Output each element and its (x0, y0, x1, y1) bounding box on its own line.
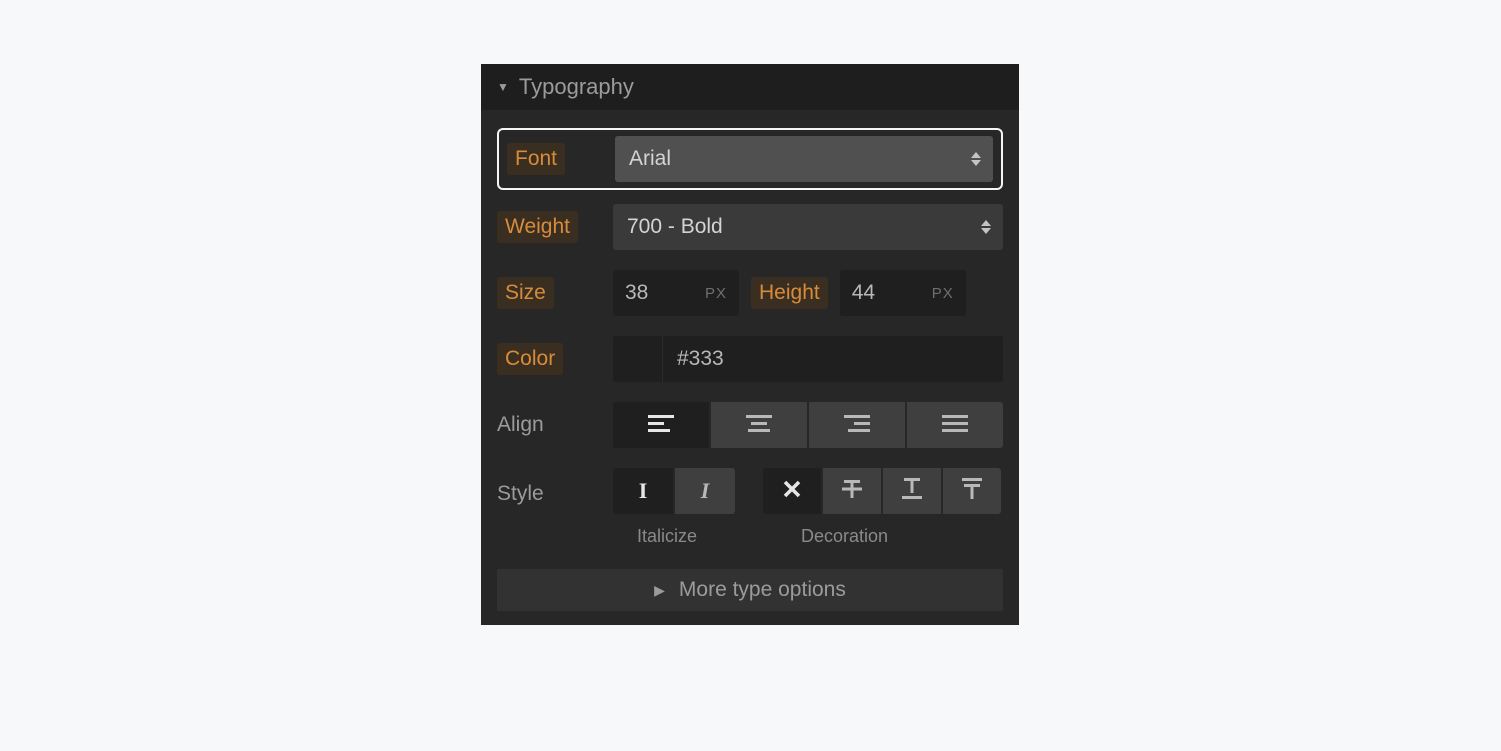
height-value: 44 (852, 281, 875, 305)
align-left-icon (648, 413, 674, 438)
decoration-none-button[interactable] (763, 468, 821, 514)
font-row: Font Arial (497, 128, 1003, 190)
decoration-group (763, 468, 1001, 514)
align-right-button[interactable] (809, 402, 905, 448)
color-swatch[interactable] (613, 336, 663, 382)
height-input[interactable]: 44 PX (840, 270, 966, 316)
more-type-options-button[interactable]: ▶ More type options (497, 569, 1003, 611)
font-highlight-ring: Font Arial (497, 128, 1003, 190)
select-updown-icon (981, 220, 991, 234)
decoration-strikethrough-button[interactable] (823, 468, 881, 514)
overline-icon (960, 478, 984, 505)
align-center-button[interactable] (711, 402, 807, 448)
align-left-button[interactable] (613, 402, 709, 448)
height-unit: PX (932, 285, 954, 302)
style-sublabels: Italicize Decoration (613, 526, 1003, 547)
disclosure-triangle-down-icon: ▼ (497, 80, 509, 94)
typography-panel: ▼ Typography Font Arial Weight 700 - Bol… (481, 64, 1019, 625)
style-row: Style I I (497, 468, 1003, 547)
underline-icon (900, 478, 924, 505)
panel-header[interactable]: ▼ Typography (481, 64, 1019, 110)
strikethrough-icon (840, 478, 864, 505)
decoration-overline-button[interactable] (943, 468, 1001, 514)
panel-title: Typography (519, 74, 634, 100)
size-input[interactable]: 38 PX (613, 270, 739, 316)
italic-on-button[interactable]: I (675, 468, 735, 514)
color-label: Color (497, 343, 563, 375)
font-label: Font (507, 143, 565, 175)
weight-row: Weight 700 - Bold (497, 204, 1003, 250)
disclosure-triangle-right-icon: ▶ (654, 582, 665, 599)
color-row: Color #333 (497, 336, 1003, 382)
size-unit: PX (705, 285, 727, 302)
select-updown-icon (971, 152, 981, 166)
panel-body: Font Arial Weight 700 - Bold (481, 110, 1019, 561)
size-value: 38 (625, 281, 648, 305)
italicize-group: I I (613, 468, 735, 514)
align-group (613, 402, 1003, 448)
color-value: #333 (677, 347, 724, 371)
align-justify-button[interactable] (907, 402, 1003, 448)
weight-value: 700 - Bold (627, 215, 723, 239)
align-row: Align (497, 402, 1003, 448)
align-center-icon (746, 413, 772, 438)
font-select[interactable]: Arial (615, 136, 993, 182)
decoration-sublabel: Decoration (761, 526, 888, 547)
font-value: Arial (629, 147, 671, 171)
size-label: Size (497, 277, 554, 309)
more-options-label: More type options (679, 578, 846, 602)
align-right-icon (844, 413, 870, 438)
align-label: Align (497, 409, 544, 441)
italic-t-icon: I (701, 478, 710, 504)
regular-t-icon: I (639, 478, 648, 504)
decoration-underline-button[interactable] (883, 468, 941, 514)
weight-label: Weight (497, 211, 578, 243)
italicize-sublabel: Italicize (613, 526, 761, 547)
height-label: Height (751, 277, 828, 309)
italic-off-button[interactable]: I (613, 468, 673, 514)
color-input[interactable]: #333 (663, 336, 1003, 382)
style-label: Style (497, 478, 544, 510)
size-height-row: Size 38 PX Height 44 PX (497, 270, 1003, 316)
close-x-icon (783, 480, 801, 503)
align-justify-icon (942, 413, 968, 438)
weight-select[interactable]: 700 - Bold (613, 204, 1003, 250)
